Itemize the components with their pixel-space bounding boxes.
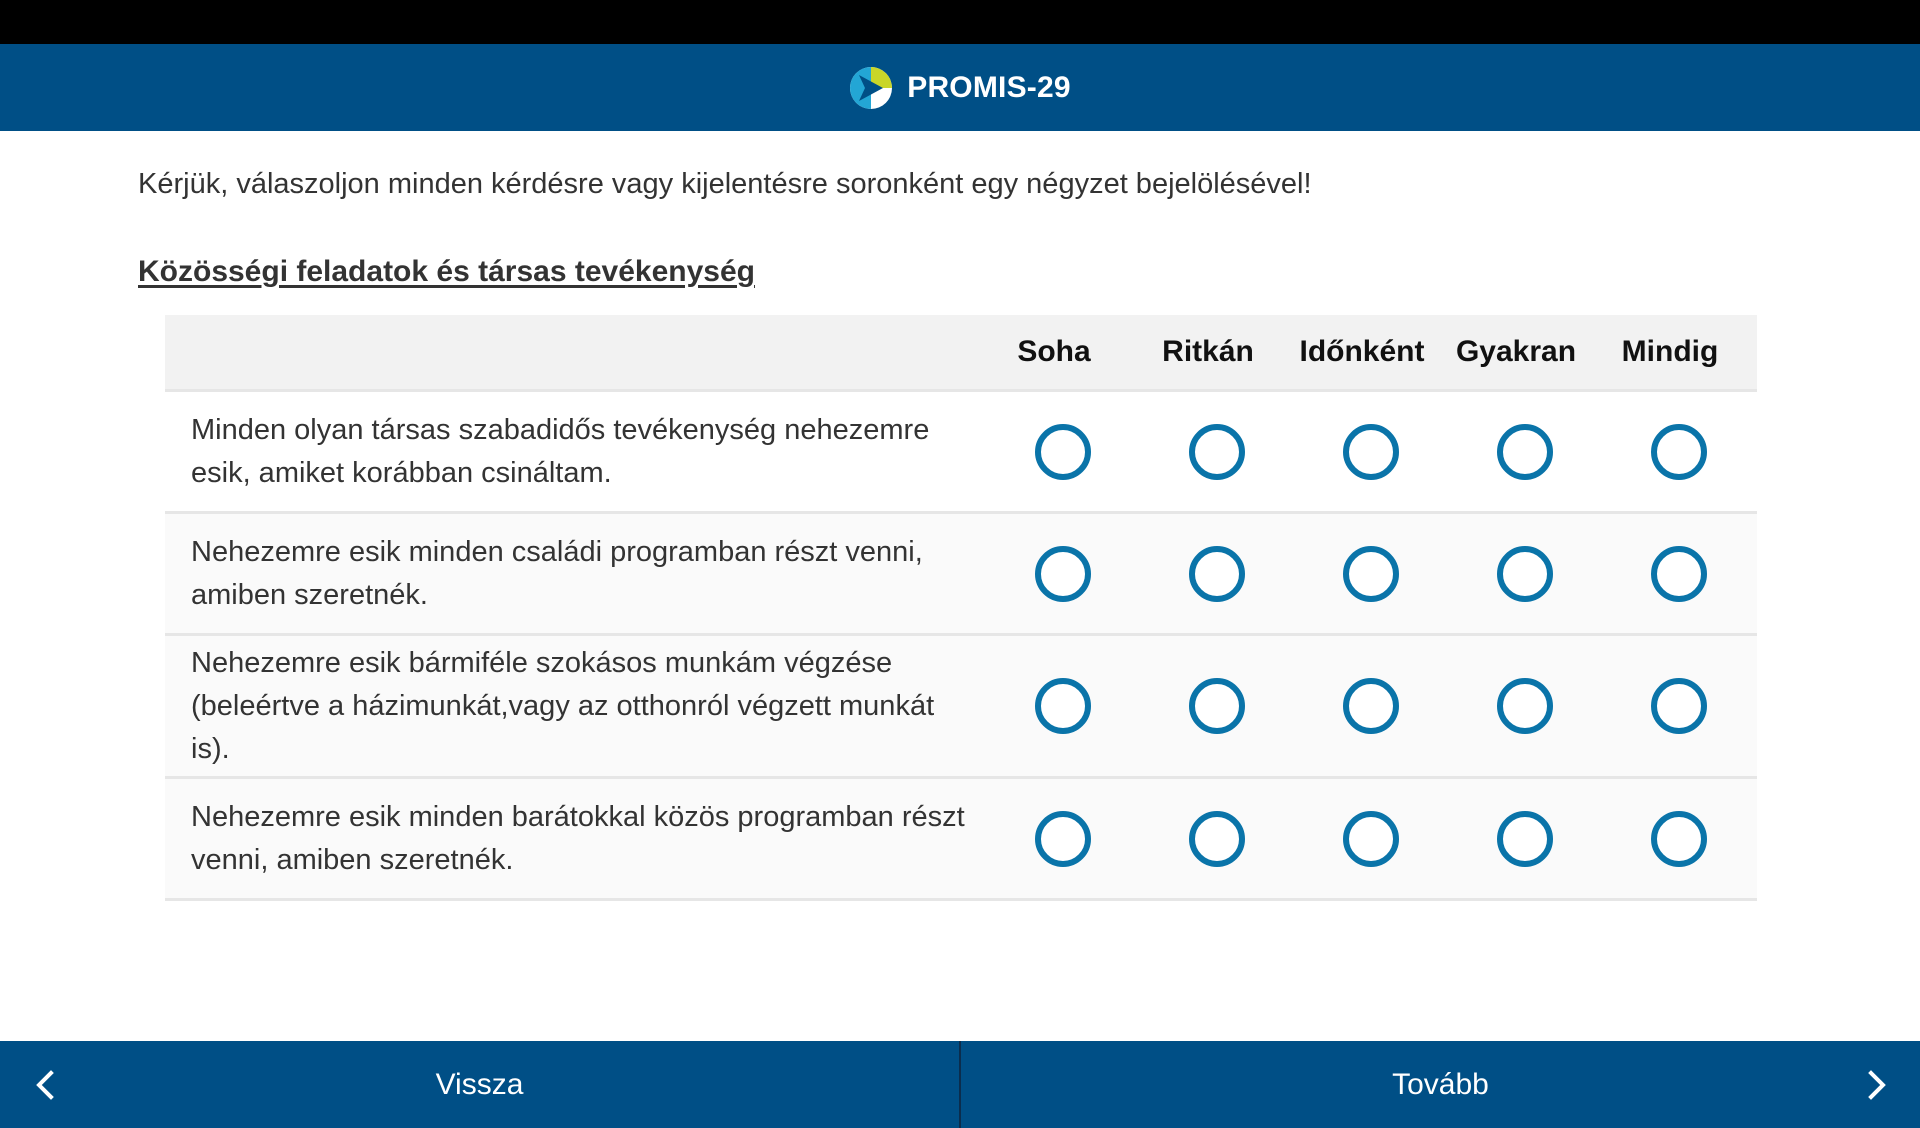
question-text: Nehezemre esik bármiféle szokásos munkám… <box>191 646 935 765</box>
radio-ritkan[interactable] <box>1189 678 1245 734</box>
column-label-idonkent: Időnként <box>1299 335 1425 368</box>
radio-mindig[interactable] <box>1651 423 1707 480</box>
grid-header-row: Soha Ritkán Időnként Gyakran Mindig <box>165 315 1757 392</box>
app-title: PROMIS-29 <box>907 70 1071 104</box>
radio-mindig[interactable] <box>1651 810 1707 867</box>
status-bar <box>0 0 1920 44</box>
chevron-left-icon <box>36 1069 54 1100</box>
back-button-label: Vissza <box>435 1067 524 1101</box>
radio-idonkent[interactable] <box>1343 423 1399 480</box>
back-button[interactable]: Vissza <box>0 1041 959 1128</box>
radio-idonkent[interactable] <box>1343 545 1399 602</box>
column-label-gyakran: Gyakran <box>1455 335 1577 368</box>
radio-soha[interactable] <box>1035 545 1091 602</box>
question-row-1: Minden olyan társas szabadidős tevékenys… <box>165 392 1757 514</box>
radio-gyakran[interactable] <box>1497 545 1553 602</box>
footer-nav: Vissza Tovább <box>0 1041 1920 1128</box>
question-text: Nehezemre esik minden barátokkal közös p… <box>191 800 965 876</box>
question-text: Nehezemre esik minden családi programban… <box>191 535 923 611</box>
radio-ritkan[interactable] <box>1189 545 1245 602</box>
radio-mindig[interactable] <box>1651 678 1707 734</box>
column-label-mindig: Mindig <box>1621 335 1719 368</box>
radio-gyakran[interactable] <box>1497 423 1553 480</box>
app-header: PROMIS-29 <box>0 44 1920 131</box>
radio-gyakran[interactable] <box>1497 810 1553 867</box>
next-button[interactable]: Tovább <box>961 1041 1920 1128</box>
question-grid: Soha Ritkán Időnként Gyakran Mindig Mind… <box>165 315 1757 901</box>
section-title: Közösségi feladatok és társas tevékenysé… <box>138 255 755 288</box>
radio-mindig[interactable] <box>1651 545 1707 602</box>
app-logo-icon <box>850 66 893 109</box>
radio-gyakran[interactable] <box>1497 678 1553 734</box>
chevron-right-icon <box>1868 1069 1886 1100</box>
question-row-2: Nehezemre esik minden családi programban… <box>165 514 1757 636</box>
radio-idonkent[interactable] <box>1343 810 1399 867</box>
question-row-4: Nehezemre esik minden barátokkal közös p… <box>165 779 1757 901</box>
instructions-text: Kérjük, válaszoljon minden kérdésre vagy… <box>138 168 1312 200</box>
column-label-soha: Soha <box>1017 335 1091 368</box>
question-row-3: Nehezemre esik bármiféle szokásos munkám… <box>165 636 1757 779</box>
radio-idonkent[interactable] <box>1343 678 1399 734</box>
radio-ritkan[interactable] <box>1189 810 1245 867</box>
radio-soha[interactable] <box>1035 810 1091 867</box>
radio-ritkan[interactable] <box>1189 423 1245 480</box>
radio-soha[interactable] <box>1035 423 1091 480</box>
column-label-ritkan: Ritkán <box>1162 335 1254 368</box>
question-text: Minden olyan társas szabadidős tevékenys… <box>191 413 930 489</box>
next-button-label: Tovább <box>1392 1067 1489 1101</box>
radio-soha[interactable] <box>1035 678 1091 734</box>
